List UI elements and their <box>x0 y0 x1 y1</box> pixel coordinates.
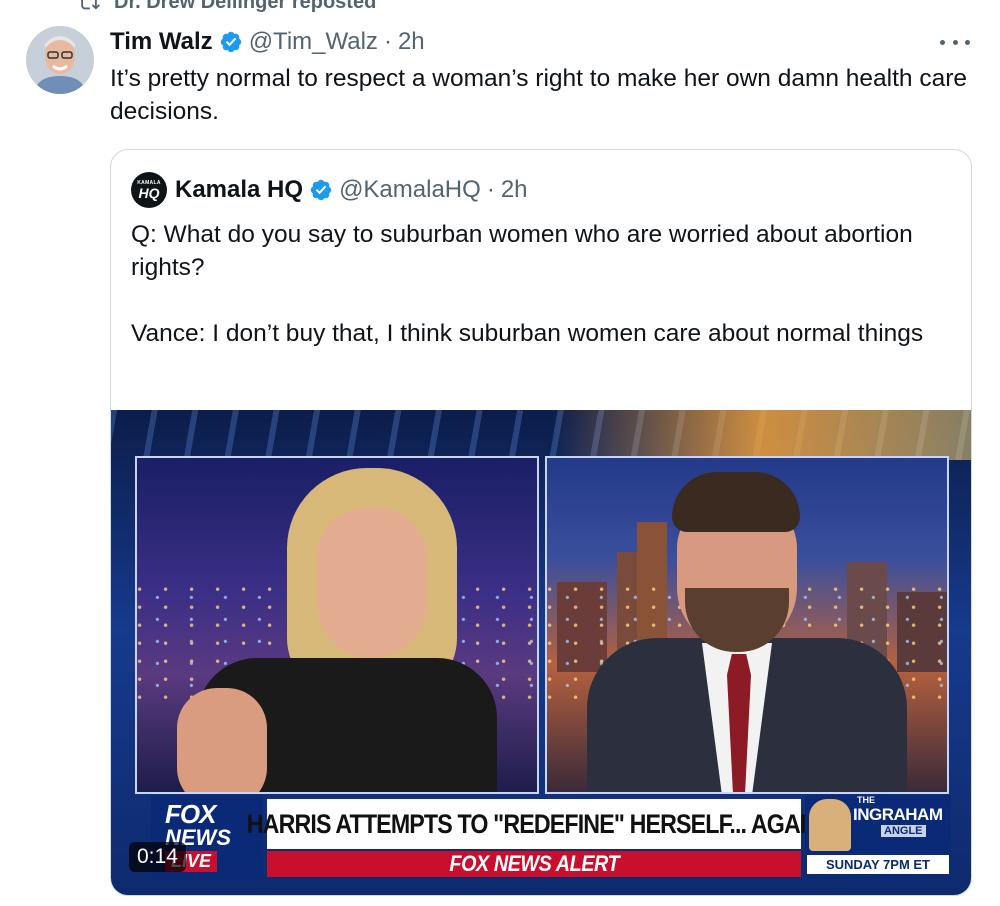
show-branding: THE INGRAHAM ANGLE SUNDAY 7PM ET <box>805 795 951 879</box>
tweet-timestamp[interactable]: 2h <box>398 28 425 56</box>
quoted-tweet-body: Q: What do you say to suburban women who… <box>131 218 951 350</box>
headline-bar: HARRIS ATTEMPTS TO "REDEFINE" HERSELF...… <box>247 799 822 849</box>
repost-icon <box>81 0 100 10</box>
more-dots-icon[interactable] <box>940 30 970 54</box>
show-airtime: SUNDAY 7PM ET <box>807 855 949 874</box>
video-duration: 0:14 <box>129 842 186 872</box>
quoted-author-handle: @KamalaHQ <box>339 176 481 203</box>
quoted-tweet-header: KAMALA HQ Kamala HQ @KamalaHQ · 2h <box>131 172 528 208</box>
verified-badge-icon <box>220 31 241 53</box>
headline-text: HARRIS ATTEMPTS TO "REDEFINE" HERSELF...… <box>246 808 822 839</box>
show-name: INGRAHAM <box>853 805 943 824</box>
guest-hair <box>672 472 800 532</box>
separator-dot: · <box>383 28 392 55</box>
quoted-avatar-big-text: HQ <box>138 185 160 201</box>
author-name[interactable]: Tim Walz <box>110 28 213 56</box>
quoted-paragraph-answer: Vance: I don’t buy that, I think suburba… <box>131 320 924 347</box>
alert-text: FOX NEWS ALERT <box>449 851 619 876</box>
verified-badge-icon <box>310 179 332 201</box>
host-arm <box>177 688 267 792</box>
tweet-body: It’s pretty normal to respect a woman’s … <box>110 65 968 125</box>
alert-bar: FOX NEWS ALERT <box>267 851 801 877</box>
repost-text: Dr. Drew Dellinger reposted <box>114 0 377 13</box>
video-player[interactable]: FOX NEWS LIVE HARRIS ATTEMPTS TO "REDEFI… <box>111 410 971 895</box>
news-lower-third: FOX NEWS LIVE HARRIS ATTEMPTS TO "REDEFI… <box>141 795 951 879</box>
author-avatar[interactable] <box>26 26 94 94</box>
author-handle[interactable]: @Tim_Walz <box>249 28 378 56</box>
show-host-thumbnail <box>809 799 851 851</box>
show-the: THE <box>857 795 875 805</box>
video-panel-guest <box>545 456 949 794</box>
studio-light <box>551 410 971 460</box>
quoted-paragraph-question: Q: What do you say to suburban women who… <box>131 221 913 281</box>
video-panel-host <box>135 456 539 794</box>
repost-indicator[interactable]: Dr. Drew Dellinger reposted <box>78 0 376 16</box>
tweet-header: Tim Walz @Tim_Walz · 2h <box>110 26 425 58</box>
separator-dot: · <box>486 176 495 203</box>
avatar-image <box>26 26 94 94</box>
host-face <box>317 508 427 658</box>
quoted-author-name: Kamala HQ <box>175 176 304 203</box>
quoted-tweet-timestamp: 2h <box>500 176 528 203</box>
quoted-author-avatar: KAMALA HQ <box>131 172 167 208</box>
show-subtitle: ANGLE <box>881 825 926 837</box>
quoted-tweet-card[interactable]: KAMALA HQ Kamala HQ @KamalaHQ · 2h Q: Wh… <box>110 149 972 896</box>
